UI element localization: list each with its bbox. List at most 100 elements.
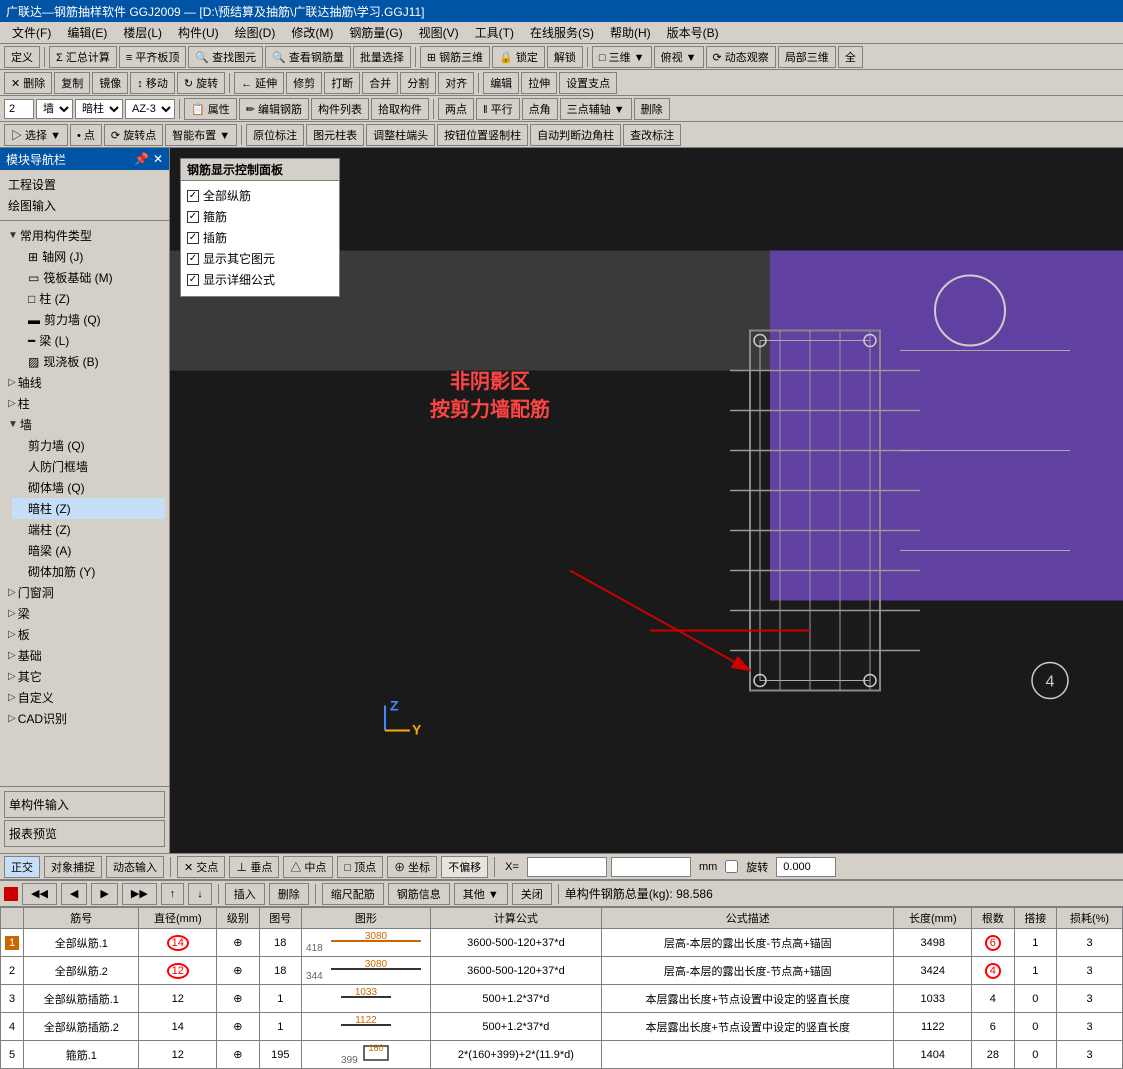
btn-report-preview[interactable]: 报表预览 (4, 820, 165, 847)
checkbox-formula[interactable] (187, 274, 199, 286)
checkbox-longitudinal[interactable] (187, 190, 199, 202)
btn-find[interactable]: 🔍 查找图元 (188, 46, 263, 68)
btn-inplace-anno[interactable]: 原位标注 (246, 124, 304, 146)
panel-item-formula[interactable]: 显示详细公式 (187, 269, 333, 290)
btn-move[interactable]: ↕ 移动 (130, 72, 175, 94)
tree-other[interactable]: ▷ 其它 (4, 666, 165, 687)
tree-axis-group[interactable]: ▷ 轴线 (4, 372, 165, 393)
tree-item-column[interactable]: □ 柱 (Z) (12, 288, 165, 309)
sidebar-close[interactable]: ✕ (153, 152, 163, 166)
btn-batch-select[interactable]: 批量选择 (353, 46, 411, 68)
btn-smart-layout[interactable]: 智能布置 ▼ (165, 124, 237, 146)
wall-id-select[interactable]: AZ-3 (125, 99, 175, 119)
table-row[interactable]: 1 全部纵筋.1 14 ⊕ 18 418 3080 3600-500-120+3… (1, 929, 1123, 957)
tree-opening[interactable]: ▷ 门窗洞 (4, 582, 165, 603)
tree-foundation[interactable]: ▷ 基础 (4, 645, 165, 666)
btn-nav-first[interactable]: ◀◀ (22, 883, 57, 905)
btn-rebar-3d[interactable]: ⊞ 钢筋三维 (420, 46, 490, 68)
btn-property[interactable]: 📋 属性 (184, 98, 237, 120)
btn-top-view[interactable]: 俯视 ▼ (654, 46, 704, 68)
btn-set-pivot[interactable]: 设置支点 (559, 72, 617, 94)
tree-item-dark-col[interactable]: 暗柱 (Z) (12, 498, 165, 519)
menu-rebar[interactable]: 钢筋量(G) (341, 22, 410, 43)
btn-edit[interactable]: 编辑 (483, 72, 519, 94)
table-row[interactable]: 3 全部纵筋插筋.1 12 ⊕ 1 1033 500+1.2*37*d 本层露出… (1, 985, 1123, 1013)
table-row[interactable]: 5 箍筋.1 12 ⊕ 195 399 160 2*(160+399)+2*(1… (1, 1041, 1123, 1069)
checkbox-insert[interactable] (187, 232, 199, 244)
btn-col-table[interactable]: 图元柱表 (306, 124, 364, 146)
btn-perpendicular[interactable]: ⊥ 垂点 (229, 856, 279, 878)
tree-item-sw[interactable]: 剪力墙 (Q) (12, 435, 165, 456)
menu-file[interactable]: 文件(F) (4, 22, 59, 43)
btn-no-offset[interactable]: 不偏移 (441, 856, 488, 878)
menu-online[interactable]: 在线服务(S) (522, 22, 602, 43)
btn-dynamic-input[interactable]: 动态输入 (106, 856, 164, 878)
btn-mirror[interactable]: 镜像 (92, 72, 128, 94)
btn-two-point[interactable]: 两点 (438, 98, 474, 120)
tree-custom[interactable]: ▷ 自定义 (4, 687, 165, 708)
tree-item-slab[interactable]: ▨ 现浇板 (B) (12, 351, 165, 372)
btn-nav-last[interactable]: ▶▶ (122, 883, 157, 905)
wall-subtype-select[interactable]: 暗柱 (75, 99, 123, 119)
tree-item-beam[interactable]: ━ 梁 (L) (12, 330, 165, 351)
btn-nav-next[interactable]: ▶ (91, 883, 117, 905)
panel-item-other[interactable]: 显示其它图元 (187, 248, 333, 269)
tree-wall-group[interactable]: ▼ 墙 (4, 414, 165, 435)
btn-grid-col[interactable]: 按钮位置竖制柱 (437, 124, 528, 146)
btn-coordinate[interactable]: ⊕ 坐标 (387, 856, 437, 878)
btn-nav-down[interactable]: ↓ (188, 883, 212, 905)
btn-intersect[interactable]: ✕ 交点 (177, 856, 225, 878)
sidebar-item-engineering[interactable]: 工程设置 (4, 174, 165, 195)
btn-rotate-point[interactable]: ⟳ 旋转点 (104, 124, 163, 146)
tree-item-brick-wall[interactable]: 砌体墙 (Q) (12, 477, 165, 498)
btn-midpoint[interactable]: △ 中点 (283, 856, 333, 878)
checkbox-other[interactable] (187, 253, 199, 265)
btn-three-point[interactable]: 三点辅轴 ▼ (560, 98, 632, 120)
panel-item-stirrup[interactable]: 箍筋 (187, 206, 333, 227)
btn-local-3d[interactable]: 局部三维 (778, 46, 836, 68)
btn-full[interactable]: 全 (838, 46, 863, 68)
tree-item-end-col[interactable]: 端柱 (Z) (12, 519, 165, 540)
tree-beam[interactable]: ▷ 梁 (4, 603, 165, 624)
btn-define[interactable]: 定义 (4, 46, 40, 68)
btn-single-member[interactable]: 单构件输入 (4, 791, 165, 818)
btn-remove-aux[interactable]: 删除 (634, 98, 670, 120)
panel-item-longitudinal[interactable]: 全部纵筋 (187, 185, 333, 206)
tree-item-axis[interactable]: ⊞ 轴网 (J) (12, 246, 165, 267)
menu-help[interactable]: 帮助(H) (602, 22, 659, 43)
btn-endpoint[interactable]: □ 顶点 (337, 856, 383, 878)
tree-cad[interactable]: ▷ CAD识别 (4, 708, 165, 729)
btn-point[interactable]: • 点 (70, 124, 102, 146)
menu-view[interactable]: 视图(V) (411, 22, 467, 43)
tree-common-types[interactable]: ▼ 常用构件类型 (4, 225, 165, 246)
btn-other-dropdown[interactable]: 其他 ▼ (454, 883, 508, 905)
rotate-value[interactable]: 0.000 (776, 857, 836, 877)
layer-input[interactable] (4, 99, 34, 119)
btn-edit-anno[interactable]: 查改标注 (623, 124, 681, 146)
tree-item-dark-beam[interactable]: 暗梁 (A) (12, 540, 165, 561)
btn-scale-rebar[interactable]: 缩尺配筋 (322, 883, 384, 905)
x-value[interactable] (527, 857, 607, 877)
panel-item-insert[interactable]: 插筋 (187, 227, 333, 248)
btn-edit-rebar[interactable]: ✏ 编辑钢筋 (239, 98, 309, 120)
btn-3d[interactable]: □ 三维 ▼ (592, 46, 652, 68)
sidebar-pin[interactable]: 📌 (134, 152, 149, 166)
y-value[interactable] (611, 857, 691, 877)
tree-column-group[interactable]: ▷ 柱 (4, 393, 165, 414)
rotate-checkbox[interactable] (725, 860, 738, 873)
btn-select[interactable]: ▷ 选择 ▼ (4, 124, 68, 146)
tree-item-masonry-rebar[interactable]: 砌体加筋 (Y) (12, 561, 165, 582)
btn-extend[interactable]: ← 延伸 (234, 72, 284, 94)
btn-orthogonal[interactable]: 正交 (4, 856, 40, 878)
menu-version[interactable]: 版本号(B) (659, 22, 727, 43)
btn-close-rebar[interactable]: 关闭 (512, 883, 552, 905)
btn-nav-prev[interactable]: ◀ (61, 883, 87, 905)
btn-nav-up[interactable]: ↑ (161, 883, 185, 905)
menu-member[interactable]: 构件(U) (170, 22, 227, 43)
btn-snap[interactable]: 对象捕捉 (44, 856, 102, 878)
tree-panel[interactable]: ▷ 板 (4, 624, 165, 645)
menu-modify[interactable]: 修改(M) (283, 22, 341, 43)
menu-tools[interactable]: 工具(T) (467, 22, 522, 43)
menu-draw[interactable]: 绘图(D) (227, 22, 284, 43)
sidebar-item-drawing[interactable]: 绘图输入 (4, 195, 165, 216)
